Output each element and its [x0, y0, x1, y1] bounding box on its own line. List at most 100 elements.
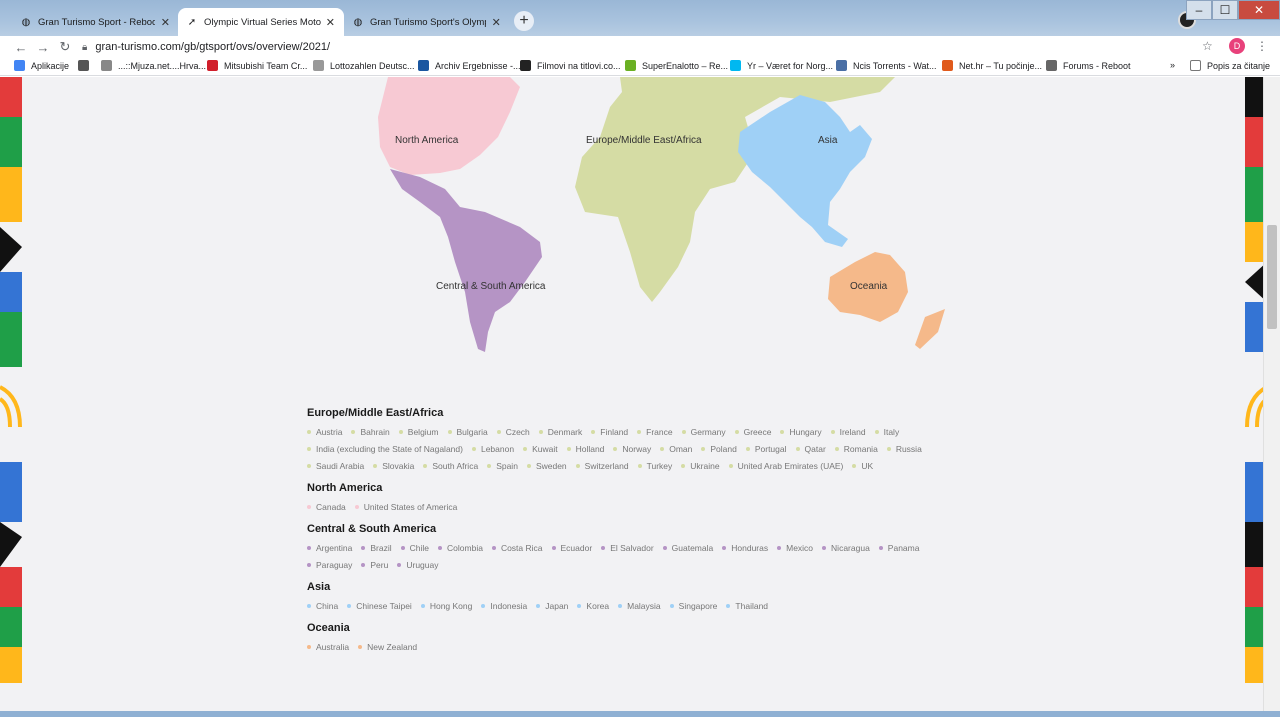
country-name: South Africa — [432, 461, 479, 471]
bookmark-item[interactable]: Lottozahlen Deutsc... — [313, 60, 415, 71]
country-name: Holland — [575, 444, 605, 454]
bookmark-label: Lottozahlen Deutsc... — [330, 60, 415, 71]
country-name: Ukraine — [690, 461, 720, 471]
country-name: Guatemala — [671, 543, 714, 553]
bullet-dot-icon — [613, 447, 618, 451]
bullet-dot-icon — [795, 447, 800, 451]
bookmark-item[interactable]: Net.hr – Tu počinje... — [942, 60, 1042, 71]
country-item: Germany — [681, 426, 726, 438]
reading-list-button[interactable]: Popis za čitanje — [1190, 60, 1270, 71]
bookmarks-bar: Aplikacije ...::Mjuza.net....Hrva... Mitsu… — [0, 58, 1280, 76]
bookmark-item[interactable]: Forums - Reboot — [1046, 60, 1131, 71]
bookmark-item[interactable]: Ncis Torrents - Wat... — [836, 60, 937, 71]
bullet-dot-icon — [373, 464, 378, 468]
bookmark-item[interactable]: SuperEnalotto – Re... — [625, 60, 728, 71]
tab-olympic-tie[interactable]: ◍ Gran Turismo Sport's Olympic Tie ✕ — [344, 8, 510, 36]
country-item: China — [307, 600, 338, 612]
page-scrollbar[interactable] — [1263, 77, 1280, 717]
maximize-button[interactable]: ☐ — [1212, 0, 1238, 20]
bookmark-item[interactable]: ...::Mjuza.net....Hrva... — [101, 60, 206, 71]
bookmark-item[interactable] — [78, 60, 95, 71]
country-name: Hong Kong — [429, 601, 473, 611]
bullet-dot-icon — [874, 430, 879, 434]
country-item: Poland — [701, 443, 737, 455]
tab-gran-turismo-reboot[interactable]: ◍ Gran Turismo Sport - Reboot ✕ — [12, 8, 180, 36]
country-item: Chile — [400, 542, 430, 554]
country-name: Belgium — [407, 427, 439, 437]
country-item: Sweden — [526, 460, 567, 472]
region-title: Oceania — [307, 622, 350, 634]
country-item: Turkey — [637, 460, 672, 472]
close-window-button[interactable]: ✕ — [1238, 0, 1280, 20]
bookmark-item[interactable]: Yr – Været for Norg... — [730, 60, 833, 71]
bookmark-item[interactable]: Filmovi na titlovi.co... — [520, 60, 621, 71]
avatar[interactable]: D — [1229, 38, 1245, 54]
bookmark-item[interactable]: Archiv Ergebnisse -... — [418, 60, 521, 71]
country-name: New Zealand — [367, 642, 418, 652]
reload-icon[interactable]: ↻ — [54, 39, 76, 55]
bullet-dot-icon — [681, 430, 686, 434]
country-item: Guatemala — [662, 542, 714, 554]
country-name: Czech — [505, 427, 530, 437]
bullet-dot-icon — [734, 430, 739, 434]
torrent-icon — [836, 60, 847, 71]
country-item: Ecuador — [551, 542, 592, 554]
bookmark-label: Forums - Reboot — [1063, 60, 1131, 71]
country-name: Costa Rica — [500, 543, 543, 553]
country-item: Ukraine — [681, 460, 720, 472]
country-item: Indonesia — [481, 600, 527, 612]
forward-arrow-icon[interactable]: → — [32, 40, 54, 55]
bullet-dot-icon — [886, 447, 891, 451]
address-bar[interactable]: 🔒︎ gran-turismo.com/gb/gtsport/ovs/overv… — [82, 37, 1202, 57]
bullet-dot-icon — [601, 546, 606, 550]
decorative-side-pattern-left — [0, 77, 22, 683]
close-icon[interactable]: ✕ — [325, 16, 336, 29]
country-item: Denmark — [538, 426, 582, 438]
country-item: Panama — [878, 542, 919, 554]
bookmark-item[interactable]: Mitsubishi Team Cr... — [207, 60, 307, 71]
back-arrow-icon[interactable]: ← — [10, 40, 32, 55]
country-name: Bulgaria — [456, 427, 488, 437]
bullet-dot-icon — [852, 464, 857, 468]
country-item: Japan — [536, 600, 568, 612]
new-tab-button[interactable]: + — [514, 11, 534, 31]
country-name: Austria — [316, 427, 343, 437]
bullet-dot-icon — [777, 546, 782, 550]
browser-titlebar: ◍ Gran Turismo Sport - Reboot ✕ ➚ Olympi… — [0, 0, 1280, 36]
region-title: Central & South America — [307, 523, 437, 535]
reading-list-icon — [1190, 60, 1201, 71]
gt-logo-icon: ➚ — [187, 16, 197, 28]
close-icon[interactable]: ✕ — [490, 16, 502, 29]
country-item: Spain — [487, 460, 518, 472]
bullet-dot-icon — [307, 546, 311, 550]
country-name: Nicaragua — [831, 543, 870, 553]
bullet-dot-icon — [780, 430, 785, 434]
bookmark-star-icon[interactable]: ☆ — [1202, 39, 1213, 53]
bullet-dot-icon — [347, 604, 352, 608]
more-bookmarks-button[interactable]: » — [1170, 60, 1175, 70]
menu-icon[interactable]: ⋮ — [1256, 39, 1268, 53]
country-name: Chile — [409, 543, 430, 553]
country-item: Uruguay — [397, 559, 439, 571]
country-name: Portugal — [754, 444, 787, 454]
close-icon[interactable]: ✕ — [159, 16, 172, 29]
country-item: Brazil — [361, 542, 392, 554]
bullet-dot-icon — [438, 546, 443, 550]
bullet-dot-icon — [361, 563, 366, 567]
country-item: Austria — [307, 426, 342, 438]
country-name: Indonesia — [490, 601, 528, 611]
minimize-button[interactable]: – — [1186, 0, 1212, 20]
film-icon — [520, 60, 531, 71]
country-name: Saudi Arabia — [316, 461, 365, 471]
globe-icon: ◍ — [353, 16, 363, 28]
map-label-south-america: Central & South America — [436, 281, 546, 292]
bookmark-item[interactable]: Aplikacije — [14, 60, 69, 71]
country-name: Poland — [710, 444, 737, 454]
country-item: Portugal — [745, 443, 787, 455]
bullet-dot-icon — [307, 505, 311, 509]
tab-olympic-virtual-series[interactable]: ➚ Olympic Virtual Series Motor Sport ✕ — [178, 8, 344, 36]
bullet-dot-icon — [307, 430, 311, 434]
bookmark-label: ...::Mjuza.net....Hrva... — [118, 60, 207, 71]
bullet-dot-icon — [726, 604, 731, 608]
scrollbar-thumb[interactable] — [1267, 225, 1277, 329]
